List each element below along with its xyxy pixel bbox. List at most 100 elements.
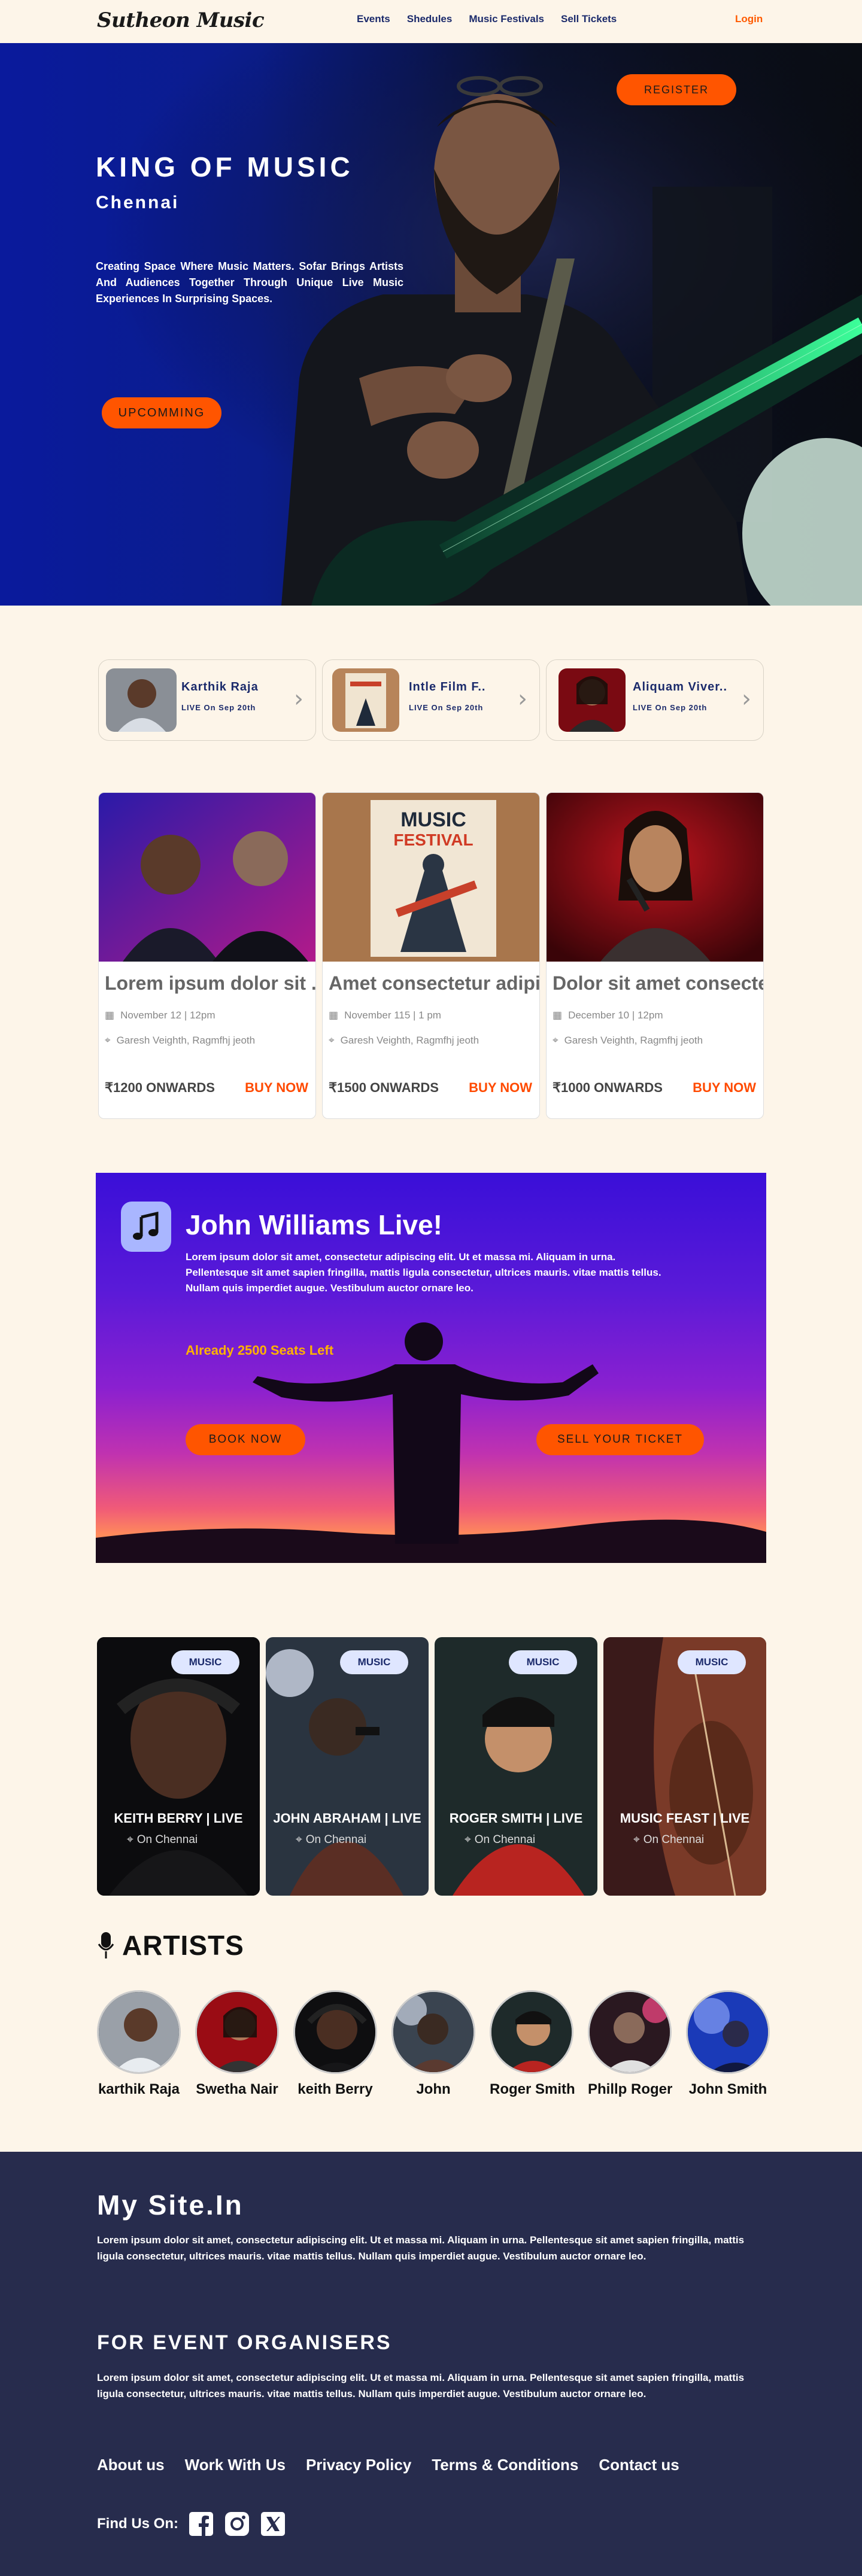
x-icon[interactable] bbox=[260, 2511, 286, 2537]
nav-link-events[interactable]: Events bbox=[357, 13, 390, 25]
event-title: Dolor sit amet consecte.. bbox=[553, 972, 764, 994]
tile-name: ROGER SMITH | LIVE bbox=[449, 1811, 583, 1826]
nav-link-music-festivals[interactable]: Music Festivals bbox=[469, 13, 544, 25]
featured-card[interactable]: Karthik Raja LIVE On Sep 20th › bbox=[98, 659, 316, 741]
buy-now-button[interactable]: BUY NOW bbox=[245, 1080, 308, 1096]
sell-ticket-button[interactable]: SELL YOUR TICKET bbox=[536, 1424, 704, 1455]
live-tile[interactable]: MUSIC MUSIC FEAST | LIVE ⌖ On Chennai bbox=[603, 1637, 766, 1896]
artists-heading: ARTISTS bbox=[97, 1929, 244, 1961]
event-card: MUSIC FESTIVAL Amet consectetur adipis.. … bbox=[322, 792, 540, 1119]
register-button[interactable]: REGISTER bbox=[617, 74, 736, 105]
footer-link-terms[interactable]: Terms & Conditions bbox=[432, 2456, 578, 2474]
artist-item[interactable]: John Smith bbox=[686, 1990, 770, 2098]
festival-thumbnail bbox=[332, 668, 399, 732]
calendar-icon: ▦ bbox=[553, 1009, 563, 1021]
event-venue-row: ⌖ Garesh Veighth, Ragmfhj jeoth bbox=[553, 1035, 703, 1047]
tile-name: MUSIC FEAST | LIVE bbox=[620, 1811, 750, 1826]
artist-avatar bbox=[588, 1990, 672, 2074]
location-pin-icon: ⌖ bbox=[127, 1833, 133, 1846]
artist-name: Swetha Nair bbox=[196, 2081, 278, 2097]
buy-now-button[interactable]: BUY NOW bbox=[469, 1080, 532, 1096]
book-now-button[interactable]: BOOK NOW bbox=[186, 1424, 305, 1455]
artist-item[interactable]: keith Berry bbox=[293, 1990, 377, 2098]
artist-name: Phillp Roger bbox=[588, 2081, 673, 2097]
nav-link-sell-tickets[interactable]: Sell Tickets bbox=[561, 13, 617, 25]
footer-link-contact[interactable]: Contact us bbox=[599, 2456, 679, 2474]
location-pin-icon: ⌖ bbox=[329, 1035, 335, 1046]
hero-title: KING OF MUSIC bbox=[96, 151, 354, 183]
artist-thumbnail bbox=[106, 668, 177, 732]
artist-item[interactable]: Swetha Nair bbox=[195, 1990, 279, 2098]
live-tile[interactable]: MUSIC JOHN ABRAHAM | LIVE ⌖ On Chennai bbox=[266, 1637, 429, 1896]
event-venue-row: ⌖ Garesh Veighth, Ragmfhj jeoth bbox=[329, 1035, 479, 1047]
promo-title: John Williams Live! bbox=[186, 1209, 443, 1240]
promo-banner: John Williams Live! Lorem ipsum dolor si… bbox=[96, 1173, 766, 1563]
chevron-right-icon[interactable]: › bbox=[742, 685, 751, 713]
music-note-icon bbox=[121, 1202, 171, 1252]
event-title: Amet consectetur adipis.. bbox=[329, 972, 540, 994]
featured-date: LIVE On Sep 20th bbox=[633, 703, 708, 712]
artist-item[interactable]: Phillp Roger bbox=[588, 1990, 672, 2098]
tile-location: ⌖ On Chennai bbox=[465, 1833, 535, 1847]
tile-badge: MUSIC bbox=[340, 1650, 408, 1674]
artists-title: ARTISTS bbox=[122, 1930, 244, 1961]
featured-card[interactable]: Aliquam Viver.. LIVE On Sep 20th › bbox=[546, 659, 764, 741]
location-pin-icon: ⌖ bbox=[553, 1035, 559, 1046]
event-venue-row: ⌖ Garesh Veighth, Ragmfhj jeoth bbox=[105, 1035, 255, 1047]
location-pin-icon: ⌖ bbox=[296, 1833, 302, 1846]
tile-image bbox=[266, 1637, 429, 1896]
event-image: MUSIC FESTIVAL bbox=[323, 793, 539, 962]
tile-image bbox=[97, 1637, 260, 1896]
site-footer: My Site.In Lorem ipsum dolor sit amet, c… bbox=[0, 2152, 862, 2576]
buy-now-button[interactable]: BUY NOW bbox=[693, 1080, 756, 1096]
tile-badge: MUSIC bbox=[171, 1650, 239, 1674]
upcoming-button[interactable]: UPCOMMING bbox=[102, 397, 221, 428]
login-link[interactable]: Login bbox=[735, 13, 763, 25]
instagram-icon[interactable] bbox=[224, 2511, 250, 2537]
chevron-right-icon[interactable]: › bbox=[518, 685, 527, 713]
artist-avatar bbox=[391, 1990, 475, 2074]
footer-title: My Site.In bbox=[97, 2189, 244, 2221]
artist-name: John bbox=[416, 2081, 451, 2097]
live-tile[interactable]: MUSIC ROGER SMITH | LIVE ⌖ On Chennai bbox=[435, 1637, 597, 1896]
artist-avatar bbox=[686, 1990, 770, 2074]
footer-link-about[interactable]: About us bbox=[97, 2456, 165, 2474]
tile-name: KEITH BERRY | LIVE bbox=[114, 1811, 243, 1826]
tile-location-text: On Chennai bbox=[643, 1833, 705, 1846]
hero-musician-image bbox=[0, 43, 862, 606]
featured-name: Aliquam Viver.. bbox=[633, 680, 728, 694]
singer-thumbnail bbox=[559, 668, 626, 732]
hero-city: Chennai bbox=[96, 193, 180, 212]
event-title: Lorem ipsum dolor sit .... bbox=[105, 972, 316, 994]
artist-item[interactable]: karthik Raja bbox=[97, 1990, 181, 2098]
featured-date: LIVE On Sep 20th bbox=[409, 703, 484, 712]
artist-name: keith Berry bbox=[298, 2081, 373, 2097]
poster-line2: FESTIVAL bbox=[393, 831, 473, 849]
footer-link-work[interactable]: Work With Us bbox=[185, 2456, 286, 2474]
event-image bbox=[547, 793, 763, 962]
featured-card[interactable]: Intle Film F.. LIVE On Sep 20th › bbox=[322, 659, 540, 741]
location-pin-icon: ⌖ bbox=[633, 1833, 640, 1846]
artist-item[interactable]: John bbox=[391, 1990, 475, 2098]
footer-link-privacy[interactable]: Privacy Policy bbox=[306, 2456, 411, 2474]
calendar-icon: ▦ bbox=[329, 1009, 339, 1021]
top-nav: Sutheon Music Events Shedules Music Fest… bbox=[0, 0, 862, 43]
chevron-right-icon[interactable]: › bbox=[294, 685, 303, 713]
find-us-label: Find Us On: bbox=[97, 2516, 178, 2532]
artist-item[interactable]: Roger Smith bbox=[490, 1990, 575, 2098]
hero-description: Creating Space Where Music Matters. Sofa… bbox=[96, 260, 403, 305]
event-price: ₹1000 ONWARDS bbox=[553, 1080, 663, 1095]
live-tile[interactable]: MUSIC KEITH BERRY | LIVE ⌖ On Chennai bbox=[97, 1637, 260, 1896]
footer-about-text: Lorem ipsum dolor sit amet, consectetur … bbox=[97, 2234, 745, 2262]
artist-avatar bbox=[293, 1990, 377, 2074]
tile-location: ⌖ On Chennai bbox=[127, 1833, 198, 1847]
event-price: ₹1200 ONWARDS bbox=[105, 1080, 215, 1095]
event-date: November 115 | 1 pm bbox=[344, 1009, 441, 1021]
nav-link-schedules[interactable]: Shedules bbox=[407, 13, 453, 25]
event-venue: Garesh Veighth, Ragmfhj jeoth bbox=[340, 1035, 479, 1046]
site-logo[interactable]: Sutheon Music bbox=[97, 8, 265, 32]
facebook-icon[interactable] bbox=[188, 2511, 214, 2537]
event-date-row: ▦ November 12 | 12pm bbox=[105, 1009, 216, 1021]
event-card: Lorem ipsum dolor sit .... ▦ November 12 … bbox=[98, 792, 316, 1119]
tile-location: ⌖ On Chennai bbox=[633, 1833, 704, 1847]
